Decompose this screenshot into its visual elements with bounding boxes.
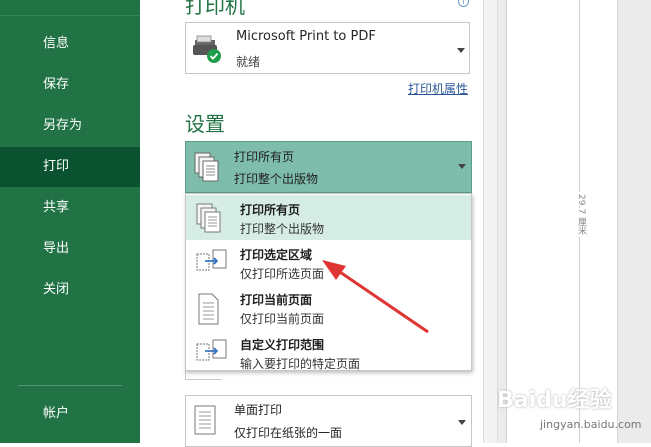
all-pages-icon (194, 152, 219, 182)
custom-range-icon (196, 339, 227, 361)
printer-properties-link[interactable]: 打印机属性 (408, 80, 468, 97)
sidebar-item-save-as[interactable]: 另存为 (0, 106, 140, 146)
menu-item-subtitle: 仅打印所选页面 (240, 267, 325, 281)
printer-status: 就绪 (236, 55, 261, 69)
chevron-down-icon (458, 420, 466, 425)
chevron-down-icon (458, 164, 466, 169)
watermark-url: jingyan.baidu.com (540, 418, 642, 431)
sidebar-item-share[interactable]: 共享 (0, 188, 140, 228)
sides-title: 单面打印 (234, 403, 283, 417)
sides-subtitle: 仅打印在纸张的一面 (234, 426, 343, 440)
backstage-sidebar: 信息 保存 另存为 打印 共享 导出 关闭 帐户 (0, 0, 140, 443)
print-range-menu: 打印所有页 打印整个出版物 打印选定区域 仅打印所选页面 打印当前页面 仅打印当… (185, 193, 472, 371)
settings-scrollbar[interactable] (483, 0, 498, 443)
menu-item-title: 自定义打印范围 (240, 338, 325, 352)
sidebar-item-close[interactable]: 关闭 (0, 270, 140, 310)
chevron-down-icon (457, 48, 465, 53)
sidebar-item-print[interactable]: 打印 (0, 147, 140, 187)
print-range-dropdown[interactable]: 打印所有页 打印整个出版物 (185, 141, 472, 193)
menu-item-print-selection[interactable]: 打印选定区域 仅打印所选页面 (186, 240, 471, 285)
menu-item-custom-range[interactable]: 自定义打印范围 输入要打印的特定页面 (186, 330, 471, 375)
page-height-label: 29.7 厘米 (570, 192, 590, 237)
printer-dropdown[interactable]: Microsoft Print to PDF 就绪 (185, 22, 470, 74)
printer-name: Microsoft Print to PDF (236, 29, 376, 44)
menu-item-print-all[interactable]: 打印所有页 打印整个出版物 (186, 195, 471, 240)
preview-page (506, 0, 618, 443)
sidebar-item-save[interactable]: 保存 (0, 65, 140, 105)
printer-icon (193, 35, 221, 63)
print-range-title: 打印所有页 (234, 150, 295, 164)
print-range-subtitle: 打印整个出版物 (234, 172, 319, 186)
single-page-icon (198, 293, 219, 325)
sidebar-item-export[interactable]: 导出 (0, 229, 140, 269)
menu-item-subtitle: 打印整个出版物 (240, 222, 325, 236)
menu-item-title: 打印选定区域 (240, 248, 313, 262)
menu-item-subtitle: 输入要打印的特定页面 (240, 357, 361, 371)
print-selection-icon (196, 249, 227, 271)
all-pages-icon (196, 203, 221, 233)
menu-item-print-current[interactable]: 打印当前页面 仅打印当前页面 (186, 285, 471, 330)
sides-dropdown[interactable]: 单面打印 仅打印在纸张的一面 (185, 395, 472, 447)
sidebar-divider (18, 385, 122, 386)
menu-item-title: 打印当前页面 (240, 293, 313, 307)
sidebar-divider-top (0, 15, 140, 16)
menu-item-title: 打印所有页 (240, 203, 301, 217)
sidebar-item-info[interactable]: 信息 (0, 24, 140, 64)
info-icon[interactable]: i (458, 0, 469, 7)
printer-section-title: 打印机 (185, 0, 245, 18)
one-sided-page-icon (194, 405, 216, 435)
watermark-logo: Baidu经验 (497, 388, 612, 413)
menu-item-subtitle: 仅打印当前页面 (240, 312, 325, 326)
settings-section-title: 设置 (185, 112, 225, 136)
sidebar-item-account[interactable]: 帐户 (0, 394, 140, 434)
